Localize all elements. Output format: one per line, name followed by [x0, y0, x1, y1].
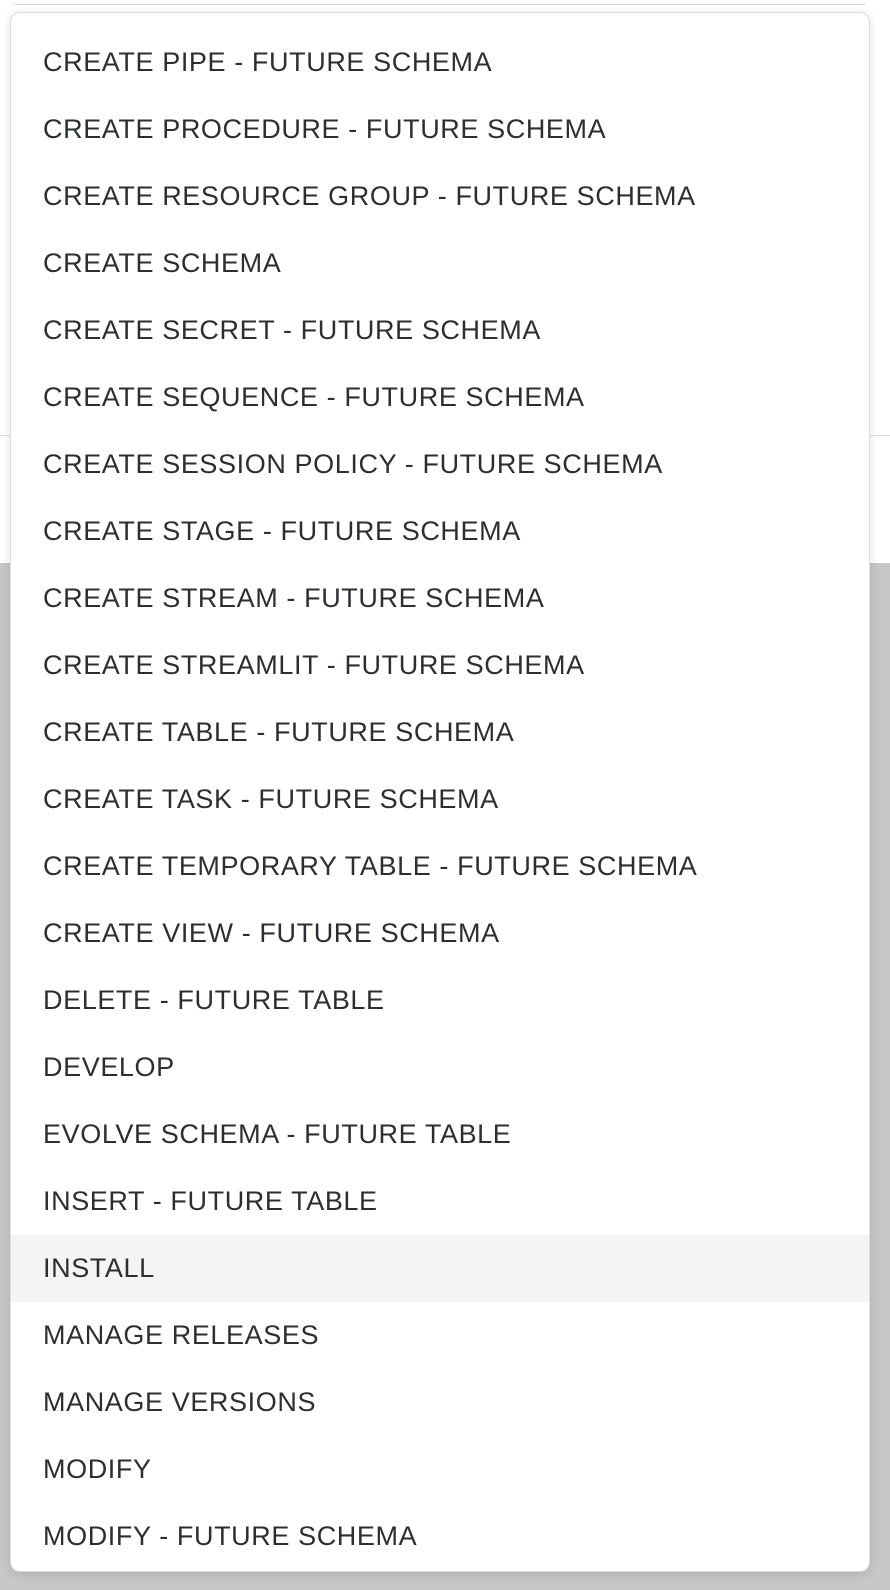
menu-item-create-procedure[interactable]: CREATE PROCEDURE - FUTURE SCHEMA — [11, 96, 869, 163]
menu-item-create-temporary-table[interactable]: CREATE TEMPORARY TABLE - FUTURE SCHEMA — [11, 833, 869, 900]
privilege-dropdown-menu[interactable]: CREATE PIPE - FUTURE SCHEMA CREATE PROCE… — [10, 12, 870, 1572]
menu-item-manage-releases[interactable]: MANAGE RELEASES — [11, 1302, 869, 1369]
menu-item-insert[interactable]: INSERT - FUTURE TABLE — [11, 1168, 869, 1235]
menu-item-create-streamlit[interactable]: CREATE STREAMLIT - FUTURE SCHEMA — [11, 632, 869, 699]
menu-item-manage-versions[interactable]: MANAGE VERSIONS — [11, 1369, 869, 1436]
menu-item-delete[interactable]: DELETE - FUTURE TABLE — [11, 967, 869, 1034]
select-field-edge — [12, 0, 867, 5]
menu-item-create-resource-group[interactable]: CREATE RESOURCE GROUP - FUTURE SCHEMA — [11, 163, 869, 230]
menu-item-create-sequence[interactable]: CREATE SEQUENCE - FUTURE SCHEMA — [11, 364, 869, 431]
menu-item-evolve-schema[interactable]: EVOLVE SCHEMA - FUTURE TABLE — [11, 1101, 869, 1168]
menu-item-create-task[interactable]: CREATE TASK - FUTURE SCHEMA — [11, 766, 869, 833]
menu-item-create-pipe[interactable]: CREATE PIPE - FUTURE SCHEMA — [11, 29, 869, 96]
menu-item-create-secret[interactable]: CREATE SECRET - FUTURE SCHEMA — [11, 297, 869, 364]
page: CREATE PIPE - FUTURE SCHEMA CREATE PROCE… — [0, 0, 890, 1590]
menu-item-install[interactable]: INSTALL — [11, 1235, 869, 1302]
menu-item-create-stage[interactable]: CREATE STAGE - FUTURE SCHEMA — [11, 498, 869, 565]
menu-item-create-table[interactable]: CREATE TABLE - FUTURE SCHEMA — [11, 699, 869, 766]
menu-item-create-stream[interactable]: CREATE STREAM - FUTURE SCHEMA — [11, 565, 869, 632]
menu-item-modify[interactable]: MODIFY — [11, 1436, 869, 1503]
menu-item-modify-future-schema[interactable]: MODIFY - FUTURE SCHEMA — [11, 1503, 869, 1570]
menu-item-create-view[interactable]: CREATE VIEW - FUTURE SCHEMA — [11, 900, 869, 967]
menu-item-create-schema[interactable]: CREATE SCHEMA — [11, 230, 869, 297]
menu-item-develop[interactable]: DEVELOP — [11, 1034, 869, 1101]
menu-item-create-session-policy[interactable]: CREATE SESSION POLICY - FUTURE SCHEMA — [11, 431, 869, 498]
